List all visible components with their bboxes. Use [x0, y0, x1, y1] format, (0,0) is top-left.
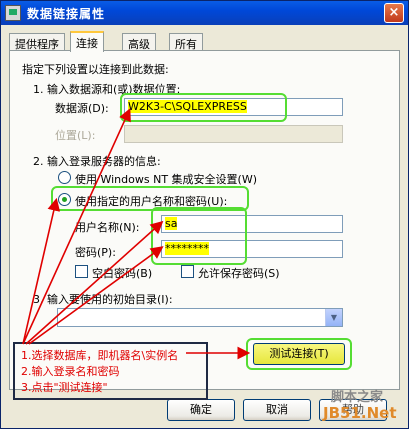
data-link-properties-dialog: 数据链接属性 × 提供程序 连接 高级 所有 指定下列设置以连接到此数据: 1.… [0, 0, 409, 429]
arrow-to-password [28, 246, 164, 345]
watermark-line2: JB51.Net [323, 404, 397, 422]
watermark-line1: 脚本之家 [331, 390, 384, 405]
annotation-arrows [22, 108, 251, 360]
tab-connection[interactable]: 连接 [70, 31, 104, 52]
